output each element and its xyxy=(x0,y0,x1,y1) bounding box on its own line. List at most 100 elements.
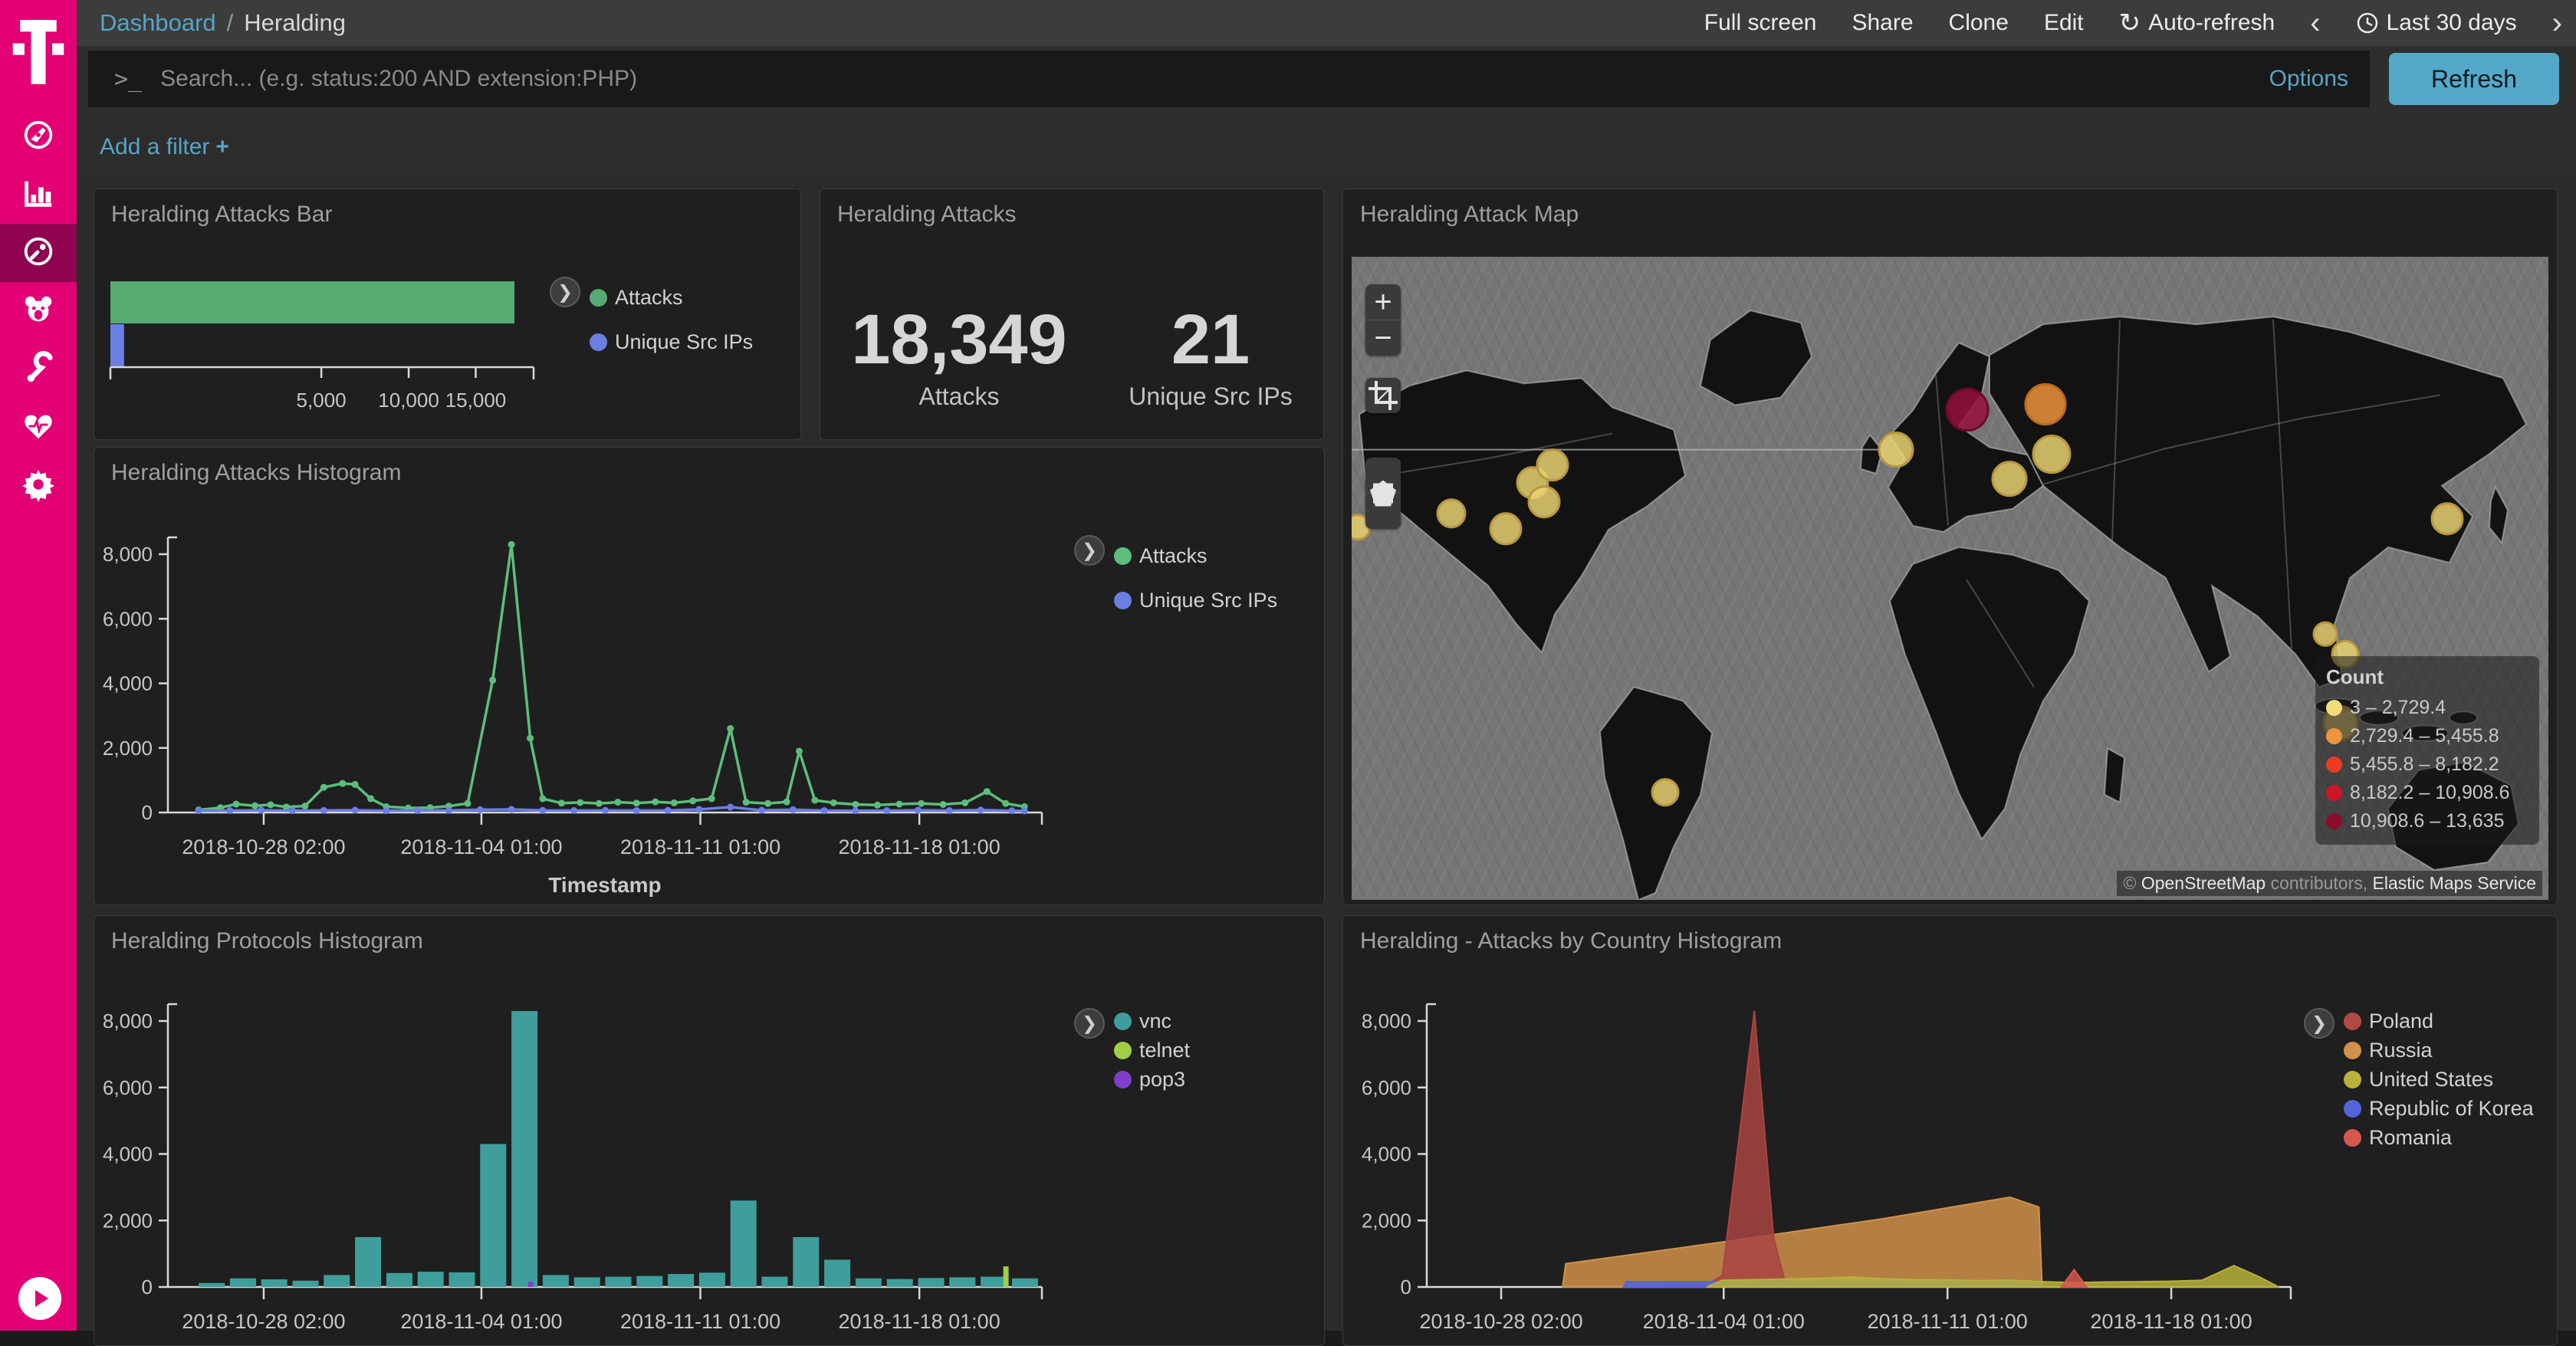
breadcrumb-current: Heralding xyxy=(244,9,346,37)
svg-text:2018-11-04 01:00: 2018-11-04 01:00 xyxy=(1643,1310,1805,1333)
svg-text:6,000: 6,000 xyxy=(1362,1076,1411,1099)
sidebar-item-timelion[interactable] xyxy=(0,282,77,340)
legend-toggle-button[interactable]: ❯ xyxy=(550,277,580,307)
map-zoom-in-button[interactable]: + xyxy=(1365,284,1401,320)
map-zoom-out-button[interactable]: − xyxy=(1365,320,1401,356)
sidebar-item-management[interactable] xyxy=(0,457,77,515)
legend-item[interactable]: pop3 xyxy=(1114,1065,1190,1094)
sidebar-item-dev-tools[interactable] xyxy=(0,340,77,399)
legend-toggle-button[interactable]: ❯ xyxy=(2304,1008,2334,1039)
svg-text:4,000: 4,000 xyxy=(103,1143,153,1166)
edit-button[interactable]: Edit xyxy=(2044,10,2084,36)
metric-value: 21 xyxy=(1129,304,1292,375)
legend-dot xyxy=(590,289,607,307)
time-range-picker[interactable]: Last 30 days xyxy=(2356,10,2517,36)
legend-item[interactable]: Attacks xyxy=(1114,533,1277,578)
svg-text:8,000: 8,000 xyxy=(103,1009,153,1032)
attack-location-marker[interactable] xyxy=(1879,433,1913,467)
legend-dot xyxy=(2344,1071,2361,1088)
query-options-link[interactable]: Options xyxy=(2269,66,2348,92)
legend-dot xyxy=(2326,728,2342,744)
share-button[interactable]: Share xyxy=(1852,10,1913,36)
legend-item[interactable]: Republic of Korea xyxy=(2344,1094,2534,1123)
sidebar-item-discover[interactable] xyxy=(0,107,77,166)
breadcrumb-dashboard-link[interactable]: Dashboard xyxy=(100,9,216,37)
legend-item[interactable]: telnet xyxy=(1114,1036,1190,1065)
legend-label[interactable]: Unique Src IPs xyxy=(615,330,753,354)
attacks-line-chart[interactable]: 02,0004,0006,0008,0002018-10-28 02:00201… xyxy=(94,448,1324,904)
legend-item[interactable]: Poland xyxy=(2344,1006,2534,1036)
attack-location-marker[interactable] xyxy=(1652,780,1678,806)
metric-label: Unique Src IPs xyxy=(1129,382,1292,411)
legend-dot xyxy=(1114,1071,1132,1088)
metric-label: Attacks xyxy=(851,382,1066,411)
full-screen-button[interactable]: Full screen xyxy=(1704,10,1817,36)
legend-item[interactable]: Unique Src IPs xyxy=(1114,578,1277,622)
attack-location-marker[interactable] xyxy=(2026,384,2065,424)
legend-dot xyxy=(1114,1013,1132,1030)
sidebar-item-monitoring[interactable] xyxy=(0,399,77,457)
legend-label[interactable]: Romania xyxy=(2369,1126,2452,1150)
protocols-bar-chart[interactable]: 02,0004,0006,0008,0002018-10-28 02:00201… xyxy=(94,916,1324,1345)
svg-text:Timestamp: Timestamp xyxy=(548,873,661,897)
time-forward-button[interactable]: › xyxy=(2552,8,2562,38)
elastic-maps-service-link[interactable]: Elastic Maps Service xyxy=(2373,873,2536,893)
legend-label[interactable]: pop3 xyxy=(1139,1068,1185,1092)
legend-label[interactable]: Attacks xyxy=(615,286,683,310)
map-draw-controls xyxy=(1365,458,1401,529)
legend-label[interactable]: vnc xyxy=(1139,1009,1171,1033)
time-back-button[interactable]: ‹ xyxy=(2310,8,2320,38)
legend-dot xyxy=(2344,1042,2361,1059)
breadcrumb-separator: / xyxy=(227,9,234,37)
auto-refresh-button[interactable]: ↻ Auto-refresh xyxy=(2119,8,2275,38)
legend-item[interactable]: United States xyxy=(2344,1065,2534,1094)
attack-location-marker[interactable] xyxy=(1529,487,1559,517)
sidebar-collapse-button[interactable] xyxy=(18,1277,61,1320)
t-mobile-logo[interactable] xyxy=(0,0,77,107)
sidebar-item-visualize[interactable] xyxy=(0,166,77,224)
sidebar-item-dashboard[interactable] xyxy=(0,224,77,282)
legend-label[interactable]: Unique Src IPs xyxy=(1139,589,1277,612)
attack-location-marker[interactable] xyxy=(1438,500,1465,527)
legend-toggle-button[interactable]: ❯ xyxy=(1074,535,1105,566)
legend-item[interactable]: Romania xyxy=(2344,1123,2534,1152)
svg-text:5,000: 5,000 xyxy=(297,389,347,412)
openstreetmap-link[interactable]: OpenStreetMap xyxy=(2141,873,2266,893)
map-attribution: © OpenStreetMap contributors, Elastic Ma… xyxy=(2117,871,2542,896)
search-input[interactable] xyxy=(159,65,2269,93)
legend-item[interactable]: Unique Src IPs xyxy=(590,320,753,364)
attack-location-marker[interactable] xyxy=(1947,389,1988,430)
clone-button[interactable]: Clone xyxy=(1949,10,2009,36)
map-crop-icon[interactable] xyxy=(1365,378,1401,413)
compass-icon xyxy=(21,117,56,156)
attack-location-marker[interactable] xyxy=(2033,436,2070,473)
attack-location-marker[interactable] xyxy=(1993,462,2026,496)
legend-label[interactable]: Republic of Korea xyxy=(2369,1097,2534,1121)
svg-text:2018-11-04 01:00: 2018-11-04 01:00 xyxy=(400,836,562,858)
svg-text:0: 0 xyxy=(142,1275,153,1298)
svg-text:2,000: 2,000 xyxy=(103,737,153,760)
legend-label[interactable]: telnet xyxy=(1139,1039,1190,1062)
svg-text:2018-11-11 01:00: 2018-11-11 01:00 xyxy=(620,836,780,858)
world-map[interactable]: + − Count 3 – 2,729.42,729.4 – 5,455.85,… xyxy=(1352,257,2548,900)
query-bar: >_ Options Refresh xyxy=(77,46,2576,113)
legend-item[interactable]: Attacks xyxy=(590,275,753,320)
map-draw-rectangle-button[interactable] xyxy=(1365,493,1401,529)
add-filter-link[interactable]: Add a filter+ xyxy=(100,134,229,160)
legend-label[interactable]: United States xyxy=(2369,1068,2493,1092)
attack-location-marker[interactable] xyxy=(1490,514,1521,544)
legend-label[interactable]: Attacks xyxy=(1139,544,1208,568)
legend-item[interactable]: Russia xyxy=(2344,1036,2534,1065)
legend-toggle-button[interactable]: ❯ xyxy=(1074,1008,1105,1039)
svg-text:10,000: 10,000 xyxy=(378,389,439,412)
legend-range-label: 5,455.8 – 8,182.2 xyxy=(2350,753,2499,776)
legend-item[interactable]: vnc xyxy=(1114,1006,1190,1036)
panel-country-histogram: Heralding - Attacks by Country Histogram… xyxy=(1342,915,2558,1346)
legend-label[interactable]: Russia xyxy=(2369,1039,2433,1062)
refresh-button[interactable]: Refresh xyxy=(2389,53,2559,105)
breadcrumb: Dashboard / Heralding xyxy=(100,9,346,37)
attack-location-marker[interactable] xyxy=(2314,622,2337,645)
attack-location-marker[interactable] xyxy=(2432,504,2463,534)
attack-location-marker[interactable] xyxy=(1537,450,1568,481)
legend-label[interactable]: Poland xyxy=(2369,1009,2433,1033)
